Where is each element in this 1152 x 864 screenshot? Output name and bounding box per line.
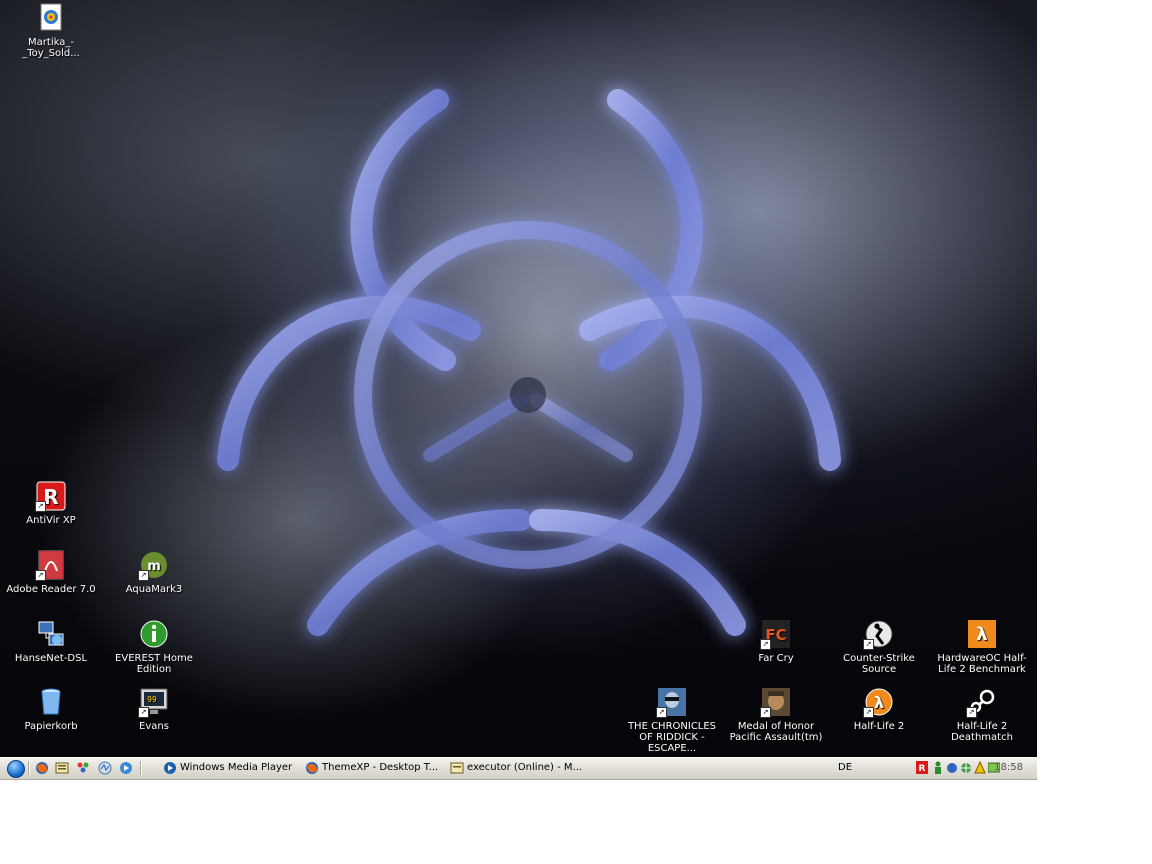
shortcut-arrow-icon: ↗ (863, 707, 874, 718)
shortcut-arrow-icon: ↗ (138, 570, 149, 581)
desktop[interactable]: Martika_-_Toy_Sold... R ↗ AntiVir XP ↗ A… (0, 0, 1037, 757)
system-tray: R 18:58 (912, 759, 1035, 777)
shortcut-arrow-icon: ↗ (35, 570, 46, 581)
info-icon (138, 618, 170, 650)
desktop-icon-hansenet[interactable]: HanseNet-DSL (1, 618, 101, 664)
desktop-icon-counter-strike[interactable]: ↗ Counter-Strike Source (829, 618, 929, 675)
desktop-icon-everest[interactable]: EVEREST Home Edition (104, 618, 204, 675)
network-icon (35, 618, 67, 650)
media-icon[interactable] (119, 761, 133, 775)
desktop-icon-label: THE CHRONICLES OF RIDDICK - ESCAPE... (627, 721, 717, 754)
half-life-bench-icon: λ (966, 618, 998, 650)
desktop-icon-half-life-2[interactable]: λ ↗ Half-Life 2 (829, 686, 929, 732)
desktop-icon-hl2-deathmatch[interactable]: ↗ Half-Life 2 Deathmatch (932, 686, 1032, 743)
warning-tray-icon[interactable] (974, 761, 986, 774)
desktop-icon-media-file[interactable]: Martika_-_Toy_Sold... (1, 2, 101, 59)
firefox-icon (306, 762, 318, 774)
task-windows-media-player[interactable]: Windows Media Player (160, 759, 318, 777)
counter-strike-icon: ↗ (863, 618, 895, 650)
antivir-tray-icon[interactable]: R (916, 761, 928, 774)
task-themexp[interactable]: ThemeXP - Desktop T... (302, 759, 460, 777)
medal-of-honor-icon: ↗ (760, 686, 792, 718)
shortcut-arrow-icon: ↗ (760, 707, 771, 718)
half-life-icon: λ ↗ (863, 686, 895, 718)
desktop-icon-riddick[interactable]: ↗ THE CHRONICLES OF RIDDICK - ESCAPE... (622, 686, 722, 754)
chat-window-icon (450, 762, 464, 774)
shortcut-arrow-icon: ↗ (863, 639, 874, 650)
svg-text:R: R (919, 764, 926, 774)
desktop-icon-label: Far Cry (758, 653, 794, 664)
desktop-icon-label: AquaMark3 (125, 584, 183, 595)
desktop-icon[interactable] (55, 761, 69, 775)
desktop-icon-label: Adobe Reader 7.0 (6, 584, 96, 595)
desktop-icon-far-cry[interactable]: FC ↗ Far Cry (726, 618, 826, 664)
adobe-reader-icon: ↗ (35, 549, 67, 581)
desktop-icon-label: Evans (139, 721, 169, 732)
desktop-icon-adobe-reader[interactable]: ↗ Adobe Reader 7.0 (1, 549, 101, 595)
desktop-icon-label: Counter-Strike Source (843, 653, 915, 675)
antivir-icon: R ↗ (35, 480, 67, 512)
task-label: Windows Media Player (180, 762, 293, 773)
svg-text:λ: λ (976, 624, 987, 645)
shortcut-arrow-icon: ↗ (760, 639, 771, 650)
shortcut-arrow-icon: ↗ (656, 707, 667, 718)
task-label: ThemeXP - Desktop T... (322, 762, 439, 773)
firefox-icon[interactable] (35, 761, 49, 775)
person-tray-icon[interactable] (932, 761, 944, 774)
desktop-icon-label: Half-Life 2 (853, 721, 905, 732)
shortcut-arrow-icon: ↗ (138, 707, 149, 718)
desktop-icon-label: HardwareOC Half-Life 2 Benchmark (937, 653, 1027, 675)
desktop-icon-label: Medal of Honor Pacific Assault(tm) (729, 721, 823, 743)
taskbar-separator (28, 761, 30, 775)
desktop-icon-label: EVEREST Home Edition (115, 653, 193, 675)
desktop-icon-antivir[interactable]: R ↗ AntiVir XP (1, 480, 101, 526)
riddick-icon: ↗ (656, 686, 688, 718)
taskbar: Windows Media Player ThemeXP - Desktop T… (0, 757, 1037, 780)
recycle-bin-icon (35, 686, 67, 718)
desktop-icon-medal-of-honor[interactable]: ↗ Medal of Honor Pacific Assault(tm) (726, 686, 826, 743)
network-tray-icon[interactable] (946, 761, 958, 774)
monitor-icon: 99 ↗ (138, 686, 170, 718)
media-file-icon (35, 2, 67, 34)
desktop-icon-label: Half-Life 2 Deathmatch (951, 721, 1013, 743)
msn-icon[interactable] (76, 761, 90, 775)
desktop-icon-label: HanseNet-DSL (14, 653, 88, 664)
far-cry-icon: FC ↗ (760, 618, 792, 650)
svg-text:99: 99 (147, 695, 157, 704)
desktop-icon-recycle-bin[interactable]: Papierkorb (1, 686, 101, 732)
steam-icon: ↗ (966, 686, 998, 718)
svg-text:m: m (147, 559, 161, 574)
desktop-icon-label: AntiVir XP (26, 515, 76, 526)
task-executor[interactable]: executor (Online) - M... (447, 759, 605, 777)
desktop-icon-hl2-benchmark[interactable]: λ HardwareOC Half-Life 2 Benchmark (932, 618, 1032, 675)
desktop-icon-evans[interactable]: 99 ↗ Evans (104, 686, 204, 732)
aquamark-icon: m ↗ (138, 549, 170, 581)
language-indicator[interactable]: DE (838, 759, 852, 777)
taskbar-separator (140, 761, 142, 775)
desktop-icon-label: Papierkorb (24, 721, 78, 732)
svg-text:λ: λ (874, 693, 884, 712)
desktop-icon-label: Martika_-_Toy_Sold... (22, 37, 80, 59)
start-button[interactable] (7, 760, 25, 778)
task-label: executor (Online) - M... (467, 762, 583, 773)
globe-tray-icon[interactable] (960, 761, 972, 774)
clock[interactable]: 18:58 (994, 759, 1023, 777)
desktop-icon-aquamark[interactable]: m ↗ AquaMark3 (104, 549, 204, 595)
media-player-icon (164, 762, 176, 774)
shortcut-arrow-icon: ↗ (966, 707, 977, 718)
messenger-icon[interactable] (98, 761, 112, 775)
shortcut-arrow-icon: ↗ (35, 501, 46, 512)
